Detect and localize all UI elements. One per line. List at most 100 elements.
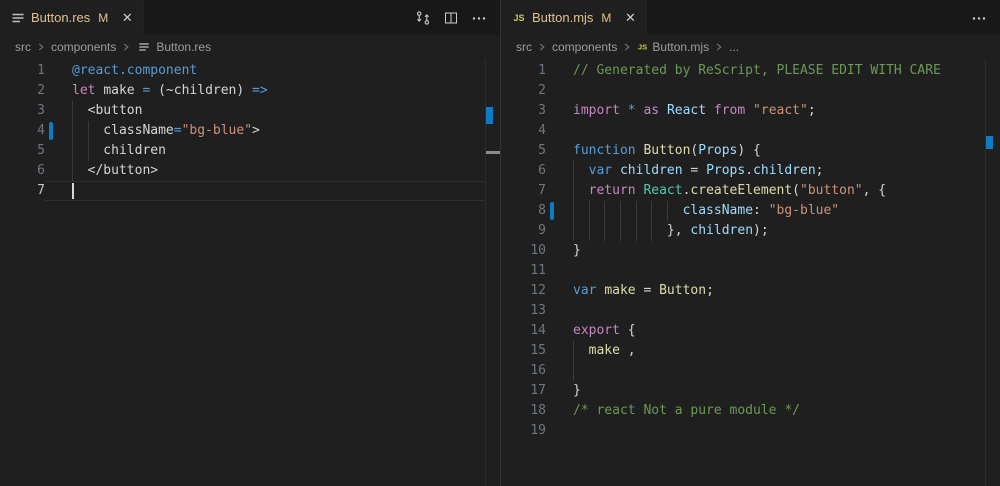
line-number: 10 [501,241,546,261]
gutter-spacer [550,142,554,160]
code-line[interactable]: 2 [501,81,1000,101]
indent-guide [636,201,637,221]
breadcrumb-label: Button.res [156,40,211,54]
breadcrumb-separator-icon [620,40,634,54]
gutter-spacer [550,62,554,80]
code-line[interactable]: 13 [501,301,1000,321]
indent-guide [72,141,73,161]
indent-guide [589,221,590,241]
code-text: <button [72,101,485,121]
code-line[interactable]: 3 <button [0,101,500,121]
breadcrumb-item[interactable]: Button.res [136,39,211,55]
editor-rescript[interactable]: 1@react.component2let make = (~children)… [0,59,500,486]
breadcrumb-label: src [15,40,31,54]
file-lines-icon [10,10,26,26]
line-number: 19 [501,421,546,441]
code-text: }, children); [573,221,985,241]
indent-guide [604,221,605,241]
more-actions-button[interactable] [468,7,490,29]
gutter-spacer [550,282,554,300]
split-editor-button[interactable] [440,7,462,29]
line-number: 6 [501,161,546,181]
code-line[interactable]: 1@react.component [0,61,500,81]
gutter-modified-indicator [49,122,53,140]
line-number: 13 [501,301,546,321]
editor-actions-left [412,0,500,35]
code-line[interactable]: 3import * as React from "react"; [501,101,1000,121]
gutter-spacer [49,62,53,80]
code-line[interactable]: 17} [501,381,1000,401]
indent-guide [72,161,73,181]
code-text: </button> [72,161,485,181]
line-number: 18 [501,401,546,421]
open-changes-button[interactable] [412,7,434,29]
code-text: @react.component [72,61,485,81]
indent-guide [573,341,574,361]
indent-guide [620,221,621,241]
code-line[interactable]: 12var make = Button; [501,281,1000,301]
code-line[interactable]: 7 [0,181,500,201]
breadcrumb-item[interactable]: src [516,40,532,54]
breadcrumb-label: src [516,40,532,54]
overview-ruler[interactable] [985,59,1000,486]
gutter-spacer [550,122,554,140]
code-text: var make = Button; [573,281,985,301]
gutter-spacer [49,182,53,200]
code-line[interactable]: 4 className="bg-blue"> [0,121,500,141]
gutter-spacer [49,162,53,180]
close-icon[interactable]: ✕ [117,8,137,28]
breadcrumb-item[interactable]: src [15,40,31,54]
js-icon: JS [638,43,647,52]
code-line[interactable]: 5function Button(Props) { [501,141,1000,161]
breadcrumb-item[interactable]: ... [729,40,739,54]
code-line[interactable]: 11 [501,261,1000,281]
tab-button-res[interactable]: Button.res M ✕ [0,0,144,35]
code-line[interactable]: 9 }, children); [501,221,1000,241]
breadcrumb-item[interactable]: components [552,40,617,54]
breadcrumb: src components JSButton.mjs... [501,35,1000,59]
gutter-spacer [550,102,554,120]
breadcrumb-item[interactable]: components [51,40,116,54]
indent-guide [604,201,605,221]
close-icon[interactable]: ✕ [620,8,640,28]
tab-button-mjs[interactable]: JS Button.mjs M ✕ [501,0,647,35]
code-line[interactable]: 1// Generated by ReScript, PLEASE EDIT W… [501,61,1000,81]
indent-guide [72,101,73,121]
code-line[interactable]: 10} [501,241,1000,261]
indent-guide [573,201,574,221]
modified-badge: M [601,11,611,25]
more-actions-button[interactable] [968,7,990,29]
code-text [573,421,985,441]
code-text [72,181,485,201]
code-text [573,361,985,381]
editor-actions-right [968,0,1000,35]
code-line[interactable]: 2let make = (~children) => [0,81,500,101]
code-line[interactable]: 16 [501,361,1000,381]
code-line[interactable]: 6 </button> [0,161,500,181]
js-file-icon: JS [511,10,527,26]
code-line[interactable]: 8 className: "bg-blue" [501,201,1000,221]
indent-guide [88,141,89,161]
code-line[interactable]: 7 return React.createElement("button", { [501,181,1000,201]
code-line[interactable]: 5 children [0,141,500,161]
indent-guide [636,221,637,241]
gutter-spacer [49,102,53,120]
code-line[interactable]: 4 [501,121,1000,141]
indent-guide [88,121,89,141]
overview-ruler[interactable] [485,59,500,486]
breadcrumb-separator-icon [712,40,726,54]
editor-javascript[interactable]: 1// Generated by ReScript, PLEASE EDIT W… [501,59,1000,486]
tab-bar-right: JS Button.mjs M ✕ [501,0,1000,35]
line-number: 15 [501,341,546,361]
code-line[interactable]: 6 var children = Props.children; [501,161,1000,181]
code-text: } [573,381,985,401]
code-text: export { [573,321,985,341]
breadcrumb-separator-icon [34,40,48,54]
text-cursor [72,183,74,199]
code-line[interactable]: 19 [501,421,1000,441]
code-line[interactable]: 18/* react Not a pure module */ [501,401,1000,421]
code-line[interactable]: 15 make , [501,341,1000,361]
code-line[interactable]: 14export { [501,321,1000,341]
tab-label: Button.res [31,10,90,25]
breadcrumb-item[interactable]: JSButton.mjs [637,40,709,54]
